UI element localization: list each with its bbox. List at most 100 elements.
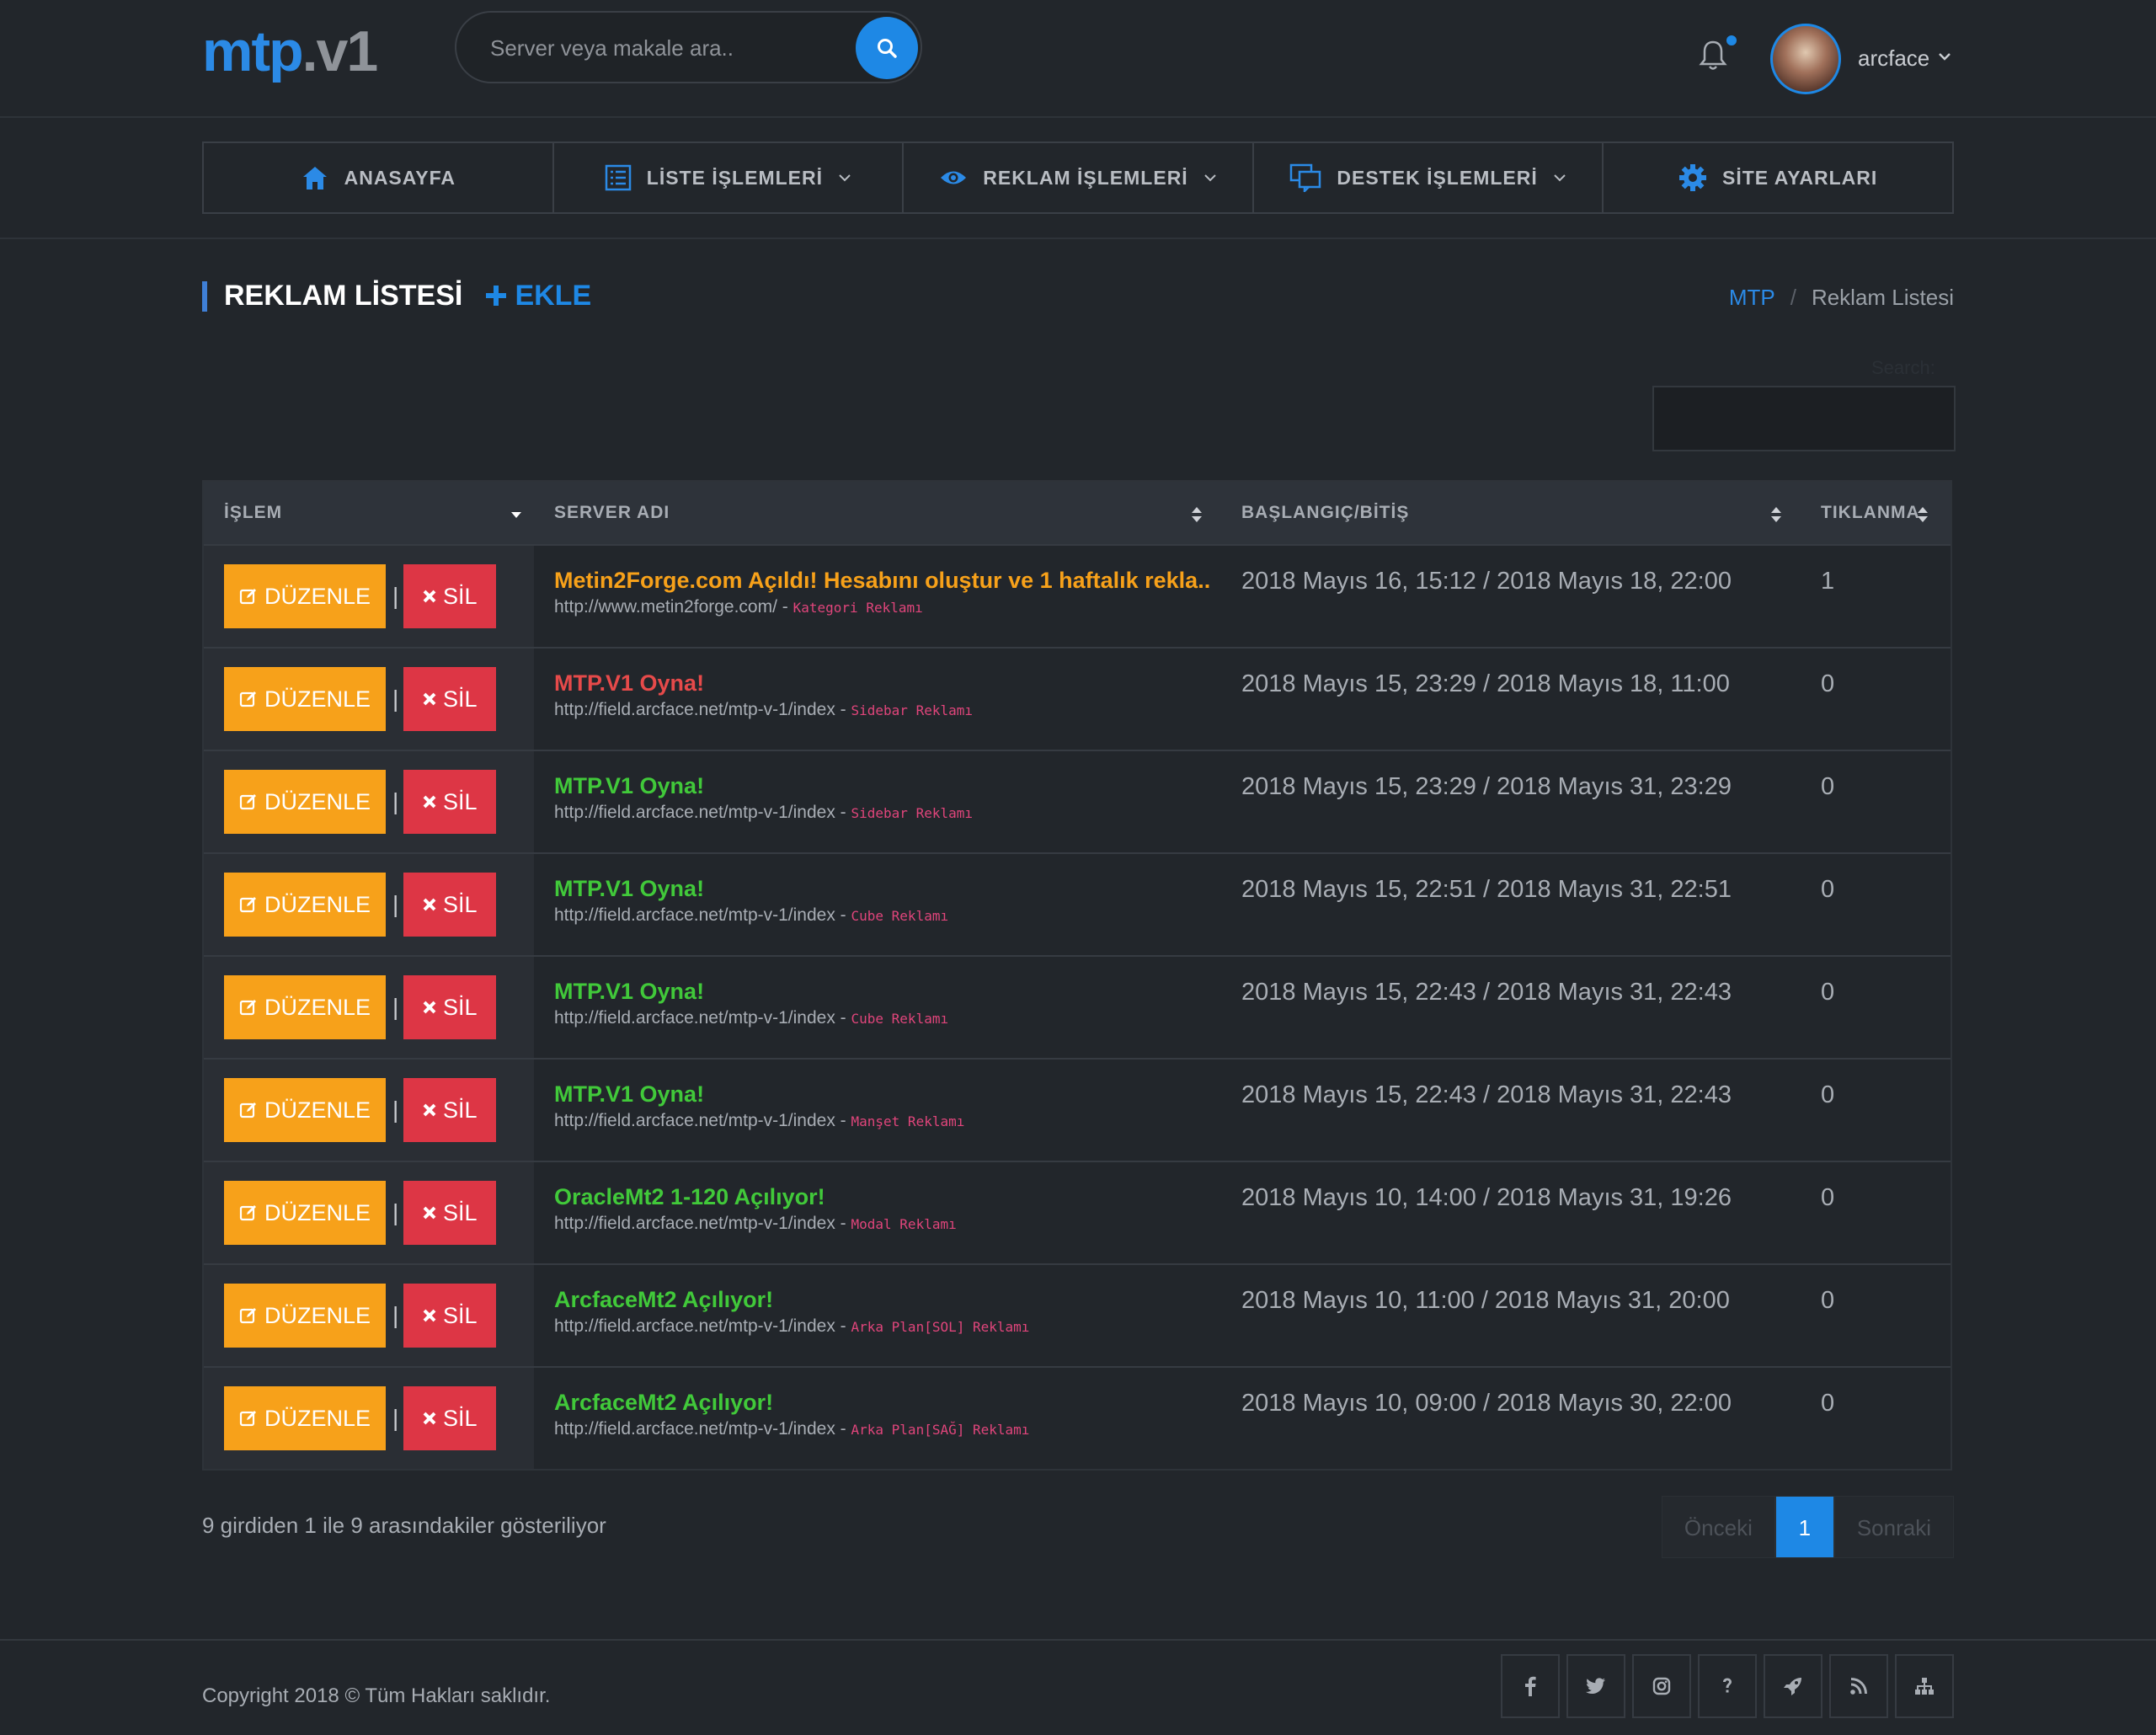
delete-label: SİL [443, 583, 478, 609]
sitemap-link[interactable] [1895, 1654, 1954, 1718]
pagination-page-1[interactable]: 1 [1774, 1496, 1834, 1558]
table-info: 9 girdiden 1 ile 9 arasındakiler gösteri… [202, 1513, 606, 1538]
delete-button[interactable]: SİL [403, 1078, 497, 1142]
edit-button[interactable]: DÜZENLE [224, 667, 386, 731]
site-logo[interactable]: mtp.v1 [202, 19, 378, 84]
delete-button[interactable]: SİL [403, 975, 497, 1039]
col-header-action[interactable]: İŞLEM [204, 482, 534, 544]
server-url[interactable]: http://field.arcface.net/mtp-v-1/index [554, 1214, 835, 1233]
row-actions: DÜZENLE | SİL [204, 854, 534, 955]
server-url[interactable]: http://www.metin2forge.com/ [554, 597, 777, 617]
twitter-link[interactable] [1566, 1654, 1625, 1718]
server-name[interactable]: Metin2Forge.com Açıldı! Hesabını oluştur… [554, 568, 1221, 594]
server-url[interactable]: http://field.arcface.net/mtp-v-1/index [554, 905, 835, 925]
sort-icon [1918, 507, 1928, 522]
nav-item-support[interactable]: DESTEK İŞLEMLERİ [1254, 143, 1604, 212]
server-name[interactable]: MTP.V1 Oyna! [554, 876, 1221, 902]
sort-icon [1192, 507, 1202, 522]
server-name[interactable]: MTP.V1 Oyna! [554, 670, 1221, 697]
delete-button[interactable]: SİL [403, 1284, 497, 1348]
edit-button[interactable]: DÜZENLE [224, 1078, 386, 1142]
breadcrumb: MTP / Reklam Listesi [1729, 285, 1954, 311]
delete-button[interactable]: SİL [403, 770, 497, 834]
chevron-down-icon [839, 174, 851, 182]
close-icon [423, 1103, 436, 1117]
row-dates: 2018 Mayıs 10, 11:00 / 2018 Mayıs 31, 20… [1241, 1287, 1730, 1314]
nav-item-home[interactable]: ANASAYFA [204, 143, 554, 212]
server-url[interactable]: http://field.arcface.net/mtp-v-1/index [554, 1008, 835, 1028]
pagination-prev[interactable]: Önceki [1661, 1496, 1775, 1558]
nav-item-list[interactable]: LİSTE İŞLEMLERİ [554, 143, 905, 212]
ad-type: Kategori Reklamı [792, 600, 923, 616]
server-url[interactable]: http://field.arcface.net/mtp-v-1/index [554, 1316, 835, 1336]
server-url-line: http://field.arcface.net/mtp-v-1/index -… [554, 803, 973, 822]
close-icon [423, 692, 436, 706]
rocket-link[interactable] [1764, 1654, 1822, 1718]
notification-dot [1726, 35, 1737, 45]
edit-label: DÜZENLE [264, 1405, 371, 1431]
delete-button[interactable]: SİL [403, 873, 497, 937]
server-name[interactable]: ArcfaceMt2 Açılıyor! [554, 1287, 1221, 1313]
col-header-dates[interactable]: BAŞLANGIÇ/BİTİŞ [1221, 482, 1801, 544]
delete-button[interactable]: SİL [403, 667, 497, 731]
server-url[interactable]: http://field.arcface.net/mtp-v-1/index [554, 803, 835, 822]
edit-button[interactable]: DÜZENLE [224, 1181, 386, 1245]
chevron-down-icon [1554, 174, 1566, 182]
close-icon [423, 898, 436, 911]
delete-button[interactable]: SİL [403, 564, 497, 628]
server-url[interactable]: http://field.arcface.net/mtp-v-1/index [554, 700, 835, 719]
edit-button[interactable]: DÜZENLE [224, 770, 386, 834]
server-url[interactable]: http://field.arcface.net/mtp-v-1/index [554, 1419, 835, 1439]
facebook-link[interactable] [1501, 1654, 1560, 1718]
col-header-server[interactable]: SERVER ADI [534, 482, 1221, 544]
edit-button[interactable]: DÜZENLE [224, 564, 386, 628]
edit-button[interactable]: DÜZENLE [224, 975, 386, 1039]
notifications-button[interactable] [1698, 39, 1728, 77]
user-avatar[interactable] [1770, 24, 1841, 94]
edit-button[interactable]: DÜZENLE [224, 873, 386, 937]
col-header-clicks[interactable]: TIKLANMA [1801, 482, 1951, 544]
action-separator: | [392, 1097, 399, 1123]
server-name[interactable]: ArcfaceMt2 Açılıyor! [554, 1390, 1221, 1416]
edit-button[interactable]: DÜZENLE [224, 1386, 386, 1450]
table-row: DÜZENLE | SİL MTP.V1 Oyna! http://field.… [204, 955, 1951, 1058]
server-name[interactable]: MTP.V1 Oyna! [554, 979, 1221, 1005]
server-name[interactable]: MTP.V1 Oyna! [554, 1081, 1221, 1108]
table-row: DÜZENLE | SİL ArcfaceMt2 Açılıyor! http:… [204, 1366, 1951, 1469]
delete-button[interactable]: SİL [403, 1181, 497, 1245]
pagination: Önceki 1 Sonraki [1661, 1496, 1954, 1558]
row-clicks: 1 [1821, 568, 1835, 595]
server-url[interactable]: http://field.arcface.net/mtp-v-1/index [554, 1111, 835, 1130]
instagram-icon [1652, 1677, 1671, 1695]
table-row: DÜZENLE | SİL OracleMt2 1-120 Açılıyor! … [204, 1161, 1951, 1263]
chevron-down-icon[interactable] [1937, 51, 1952, 66]
close-icon [423, 1309, 436, 1322]
server-name[interactable]: MTP.V1 Oyna! [554, 773, 1221, 799]
site-search-input[interactable] [490, 31, 844, 65]
server-name[interactable]: OracleMt2 1-120 Açılıyor! [554, 1184, 1221, 1210]
edit-label: DÜZENLE [264, 583, 371, 609]
server-url-line: http://field.arcface.net/mtp-v-1/index -… [554, 905, 949, 925]
table-search-input[interactable] [1652, 386, 1956, 451]
action-separator: | [392, 686, 399, 712]
edit-button[interactable]: DÜZENLE [224, 1284, 386, 1348]
delete-label: SİL [443, 1302, 478, 1328]
row-server: OracleMt2 1-120 Açılıyor! http://field.a… [534, 1162, 1221, 1263]
breadcrumb-home[interactable]: MTP [1729, 285, 1775, 310]
delete-button[interactable]: SİL [403, 1386, 497, 1450]
instagram-link[interactable] [1632, 1654, 1691, 1718]
add-ad-button[interactable]: EKLE [485, 280, 591, 312]
rss-link[interactable] [1829, 1654, 1888, 1718]
nav-item-ads[interactable]: REKLAM İŞLEMLERİ [904, 143, 1254, 212]
breadcrumb-separator: / [1790, 285, 1796, 310]
site-search-button[interactable] [856, 17, 918, 79]
user-menu-name[interactable]: arcface [1858, 45, 1929, 72]
help-link[interactable] [1698, 1654, 1757, 1718]
row-actions: DÜZENLE | SİL [204, 1368, 534, 1469]
nav-item-settings[interactable]: SİTE AYARLARI [1604, 143, 1952, 212]
col-header-label: İŞLEM [224, 503, 283, 522]
row-dates: 2018 Mayıs 15, 22:43 / 2018 Mayıs 31, 22… [1241, 1081, 1732, 1108]
row-actions: DÜZENLE | SİL [204, 1265, 534, 1366]
pagination-next[interactable]: Sonraki [1833, 1496, 1954, 1558]
row-server: MTP.V1 Oyna! http://field.arcface.net/mt… [534, 957, 1221, 1058]
